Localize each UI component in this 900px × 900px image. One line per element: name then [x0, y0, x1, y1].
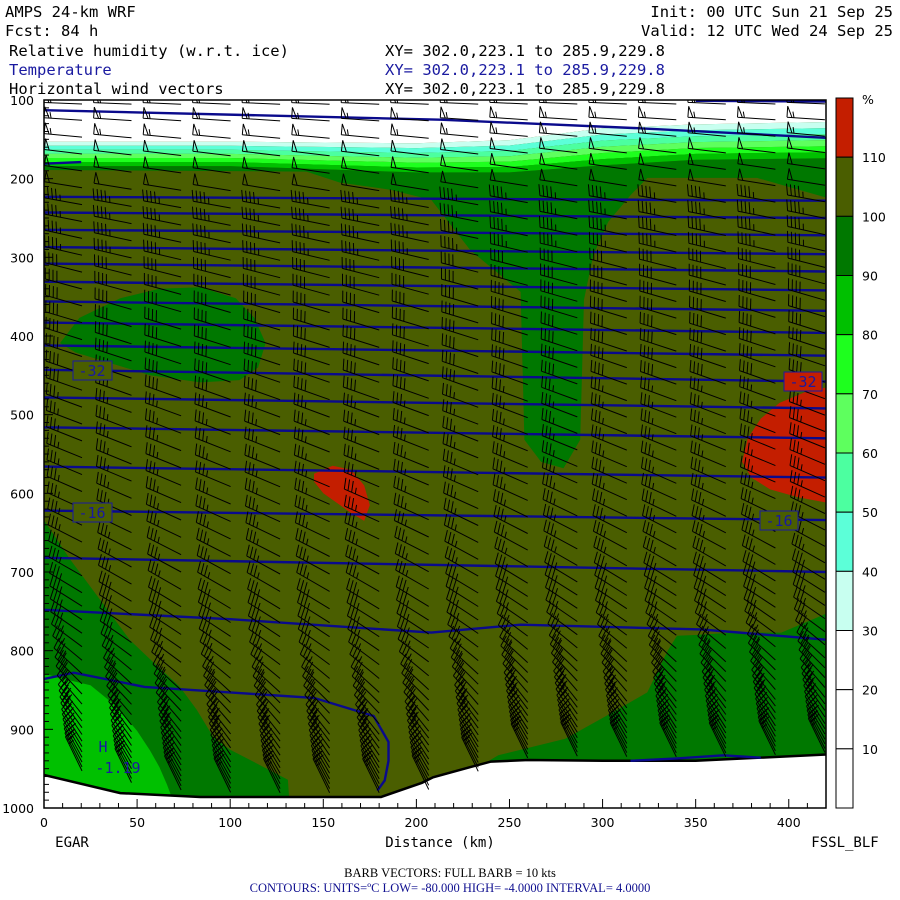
x-tick-label: 100 [218, 815, 242, 830]
svg-text:-32: -32 [789, 373, 816, 391]
contour-label-minus32-left: -32 [72, 360, 113, 381]
x-tick-label: 400 [777, 815, 801, 830]
contour-label-minus32-right: -32 [783, 371, 823, 392]
end-station-label: FSSL_BLF [811, 835, 878, 851]
colorbar-box [835, 511, 854, 572]
contour-label-minus16-right: -16 [759, 510, 799, 531]
x-axis-title: Distance (km) [385, 835, 495, 851]
field-wind-name: Horizontal wind vectors [9, 80, 224, 98]
colorbar-box [835, 393, 854, 454]
y-tick-label: 900 [10, 722, 34, 737]
colorbar-label: 50 [862, 505, 878, 520]
colorbar-box [835, 215, 854, 276]
colorbar-label: 100 [862, 209, 886, 224]
svg-text:-16: -16 [78, 504, 105, 522]
colorbar-box [835, 452, 854, 513]
field-wind-xy: XY= 302.0,223.1 to 285.9,229.8 [385, 80, 665, 98]
svg-text:-32: -32 [78, 362, 105, 380]
colorbar-label: 20 [862, 683, 878, 698]
colorbar-unit: % [862, 92, 874, 107]
isotherm-80 [695, 100, 826, 103]
y-tick-label: 300 [10, 250, 34, 265]
field-temp-name: Temperature [9, 61, 112, 79]
colorbar-box [835, 334, 854, 395]
colorbar-box [835, 570, 854, 631]
y-tick-label: 200 [10, 172, 34, 187]
x-tick-label: 150 [311, 815, 335, 830]
start-station-label: EGAR [55, 835, 89, 851]
colorbar-label: 90 [862, 269, 878, 284]
colorbar-box [835, 156, 854, 217]
colorbar-label: 70 [862, 387, 878, 402]
y-tick-label: 100 [10, 93, 34, 108]
y-tick-label: 800 [10, 644, 34, 659]
isotherm-72 [44, 160, 82, 165]
colorbar-label: 40 [862, 564, 878, 579]
y-tick-label: 1000 [2, 801, 34, 816]
y-tick-label: 600 [10, 486, 34, 501]
x-tick-label: 200 [404, 815, 428, 830]
y-tick-label: 700 [10, 565, 34, 580]
colorbar-label: 30 [862, 624, 878, 639]
x-tick-label: 300 [591, 815, 615, 830]
colorbar-box [835, 689, 854, 750]
model-title: AMPS 24-km WRF [5, 3, 136, 21]
colorbar-label: 60 [862, 446, 878, 461]
colorbar-box [835, 748, 854, 809]
colorbar-label: 80 [862, 328, 878, 343]
colorbar-box [835, 275, 854, 336]
plot-area: -32 -32 -16 -16 H -1.19 [44, 100, 826, 808]
contour-label-minus16-left: -16 [72, 502, 113, 523]
colorbar-label: 10 [862, 742, 878, 757]
barb-legend: BARB VECTORS: FULL BARB = 10 kts [344, 866, 556, 880]
high-value: -1.19 [95, 759, 140, 777]
valid-time: Valid: 12 UTC Wed 24 Sep 25 [641, 22, 893, 40]
x-tick-label: 50 [129, 815, 145, 830]
y-tick-label: 500 [10, 408, 34, 423]
colorbar: 110 100 90 80 70 60 50 40 30 20 10 [835, 97, 886, 809]
contour-legend: CONTOURS: UNITS=ºC LOW= -80.000 HIGH= -4… [250, 881, 651, 895]
init-time: Init: 00 UTC Sun 21 Sep 25 [650, 3, 893, 21]
y-tick-label: 400 [10, 329, 34, 344]
high-marker: H [98, 738, 107, 756]
field-rh-xy: XY= 302.0,223.1 to 285.9,229.8 [385, 42, 665, 60]
cross-section-figure: AMPS 24-km WRF Init: 00 UTC Sun 21 Sep 2… [2, 3, 893, 895]
colorbar-label: 110 [862, 150, 886, 165]
x-tick-label: 350 [684, 815, 708, 830]
field-temp-xy: XY= 302.0,223.1 to 285.9,229.8 [385, 61, 665, 79]
x-tick-label: 250 [498, 815, 522, 830]
svg-text:-16: -16 [765, 512, 792, 530]
field-rh-name: Relative humidity (w.r.t. ice) [9, 42, 289, 60]
colorbar-box [835, 630, 854, 691]
forecast-hour: Fcst: 84 h [5, 22, 98, 40]
x-tick-label: 0 [40, 815, 48, 830]
colorbar-box [835, 97, 854, 158]
